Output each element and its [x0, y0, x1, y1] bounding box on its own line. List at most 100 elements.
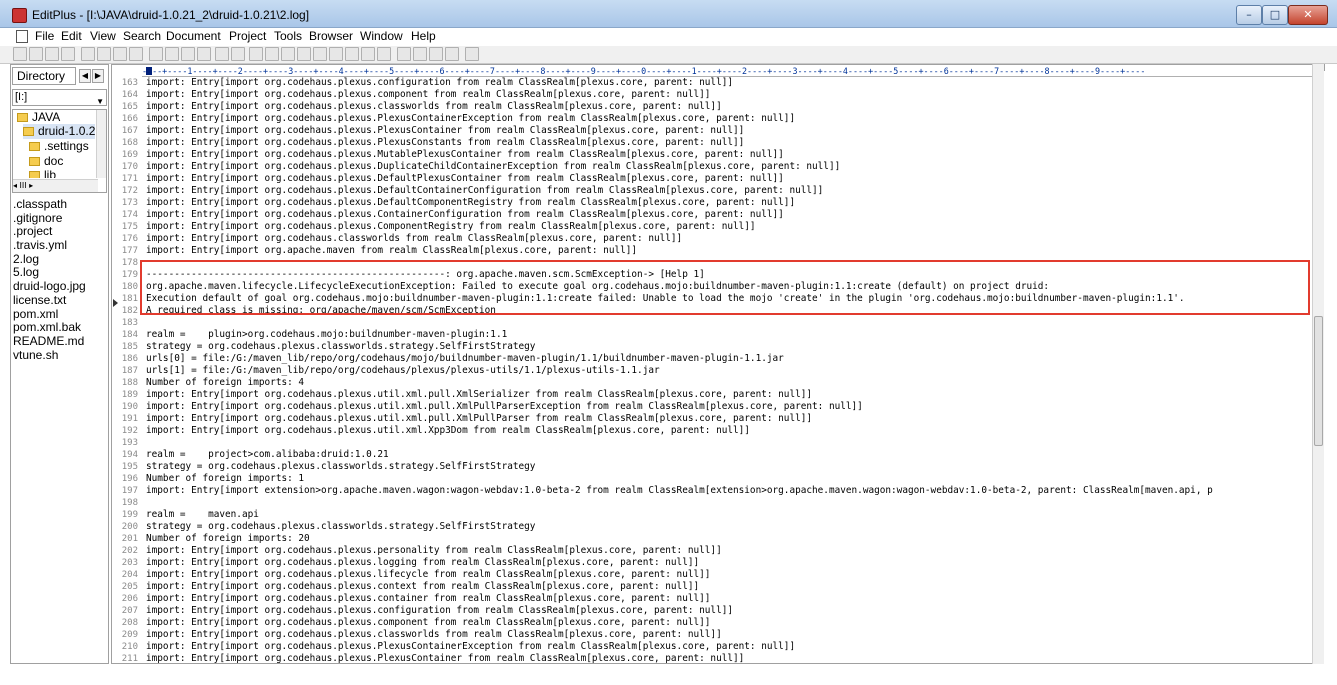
- goto-icon[interactable]: [281, 47, 295, 61]
- code-line[interactable]: 202 import: Entry[import org.codehaus.ple…: [112, 545, 1312, 557]
- code-line[interactable]: 199 realm = maven.api: [112, 509, 1312, 521]
- code-line[interactable]: 163 import: Entry[import org.codehaus.ple…: [112, 77, 1312, 89]
- bookmark-icon[interactable]: [297, 47, 311, 61]
- close-document-icon[interactable]: [445, 47, 459, 61]
- code-line[interactable]: 204 import: Entry[import org.codehaus.ple…: [112, 569, 1312, 581]
- menu-view[interactable]: View: [90, 29, 116, 43]
- menu-help[interactable]: Help: [411, 29, 436, 43]
- code-line[interactable]: 174 import: Entry[import org.codehaus.ple…: [112, 209, 1312, 221]
- file-item[interactable]: .travis.yml: [13, 238, 67, 252]
- replace-icon[interactable]: [265, 47, 279, 61]
- cliptext-icon[interactable]: [429, 47, 443, 61]
- find-replace-icon[interactable]: [249, 47, 263, 61]
- code-line[interactable]: 205 import: Entry[import org.codehaus.ple…: [112, 581, 1312, 593]
- code-line[interactable]: 181 Execution default of goal org.codehau…: [112, 293, 1312, 305]
- code-line[interactable]: 189 import: Entry[import org.codehaus.ple…: [112, 389, 1312, 401]
- folder-tree[interactable]: JAVA druid-1.0.2 .settings doc lib ◂ III…: [12, 109, 107, 193]
- new-file-icon[interactable]: [13, 47, 27, 61]
- code-line[interactable]: 192 import: Entry[import org.codehaus.ple…: [112, 425, 1312, 437]
- save-icon[interactable]: [45, 47, 59, 61]
- code-line[interactable]: 186 urls[0] = file:/G:/maven_lib/repo/org…: [112, 353, 1312, 365]
- code-line[interactable]: 207 import: Entry[import org.codehaus.ple…: [112, 605, 1312, 617]
- code-line[interactable]: 170 import: Entry[import org.codehaus.ple…: [112, 161, 1312, 173]
- copy-icon[interactable]: [165, 47, 179, 61]
- editor-vertical-scrollbar[interactable]: [1312, 64, 1324, 664]
- menu-document[interactable]: Document: [166, 29, 221, 43]
- output-window-icon[interactable]: [413, 47, 427, 61]
- close-button[interactable]: ✕: [1288, 5, 1328, 25]
- tab-prev-button[interactable]: ◀: [79, 69, 91, 83]
- ruler-icon[interactable]: [361, 47, 375, 61]
- undo-icon[interactable]: [215, 47, 229, 61]
- code-line[interactable]: 197 import: Entry[import extension>org.ap…: [112, 485, 1312, 497]
- file-item[interactable]: license.txt: [13, 293, 66, 307]
- word-wrap-icon[interactable]: [345, 47, 359, 61]
- file-item[interactable]: README.md: [13, 334, 84, 348]
- code-line[interactable]: 179 -------------------------------------…: [112, 269, 1312, 281]
- menu-window[interactable]: Window: [360, 29, 403, 43]
- code-line[interactable]: 196 Number of foreign imports: 1: [112, 473, 1312, 485]
- menu-browser[interactable]: Browser: [309, 29, 353, 43]
- code-line[interactable]: 171 import: Entry[import org.codehaus.ple…: [112, 173, 1312, 185]
- code-line[interactable]: 208 import: Entry[import org.codehaus.ple…: [112, 617, 1312, 629]
- code-line[interactable]: 176 import: Entry[import org.codehaus.cla…: [112, 233, 1312, 245]
- file-item[interactable]: vtune.sh: [13, 348, 58, 362]
- tree-vertical-scrollbar[interactable]: [96, 110, 106, 178]
- code-line[interactable]: 183: [112, 317, 1312, 329]
- code-line[interactable]: 169 import: Entry[import org.codehaus.ple…: [112, 149, 1312, 161]
- file-item[interactable]: .project: [13, 224, 52, 238]
- scrollbar-thumb[interactable]: [1314, 316, 1323, 446]
- code-line[interactable]: 164 import: Entry[import org.codehaus.ple…: [112, 89, 1312, 101]
- editplus-app-icon[interactable]: [12, 8, 27, 23]
- tab-directory[interactable]: Directory: [12, 67, 76, 85]
- code-line[interactable]: 182 A required class is missing: org/apac…: [112, 305, 1312, 317]
- print-icon[interactable]: [81, 47, 95, 61]
- delete-icon[interactable]: [197, 47, 211, 61]
- code-line[interactable]: 177 import: Entry[import org.apache.maven…: [112, 245, 1312, 257]
- drive-select[interactable]: [I:] ▼: [12, 89, 107, 106]
- open-folder-icon[interactable]: [29, 47, 43, 61]
- title-bar[interactable]: EditPlus - [I:\JAVA\druid-1.0.21_2\druid…: [0, 0, 1337, 28]
- tree-item-java[interactable]: JAVA: [17, 110, 60, 125]
- code-line[interactable]: 173 import: Entry[import org.codehaus.ple…: [112, 197, 1312, 209]
- code-line[interactable]: 190 import: Entry[import org.codehaus.ple…: [112, 401, 1312, 413]
- code-line[interactable]: 175 import: Entry[import org.codehaus.ple…: [112, 221, 1312, 233]
- save-all-icon[interactable]: [61, 47, 75, 61]
- code-line[interactable]: 210 import: Entry[import org.codehaus.ple…: [112, 641, 1312, 653]
- code-line[interactable]: 188 Number of foreign imports: 4: [112, 377, 1312, 389]
- spellcheck-icon[interactable]: [113, 47, 127, 61]
- menu-search[interactable]: Search: [123, 29, 161, 43]
- find-icon[interactable]: [129, 47, 143, 61]
- tree-item-lib[interactable]: lib: [29, 168, 56, 178]
- code-line[interactable]: 180 org.apache.maven.lifecycle.LifecycleE…: [112, 281, 1312, 293]
- tree-item-doc[interactable]: doc: [29, 154, 63, 169]
- code-line[interactable]: 193: [112, 437, 1312, 449]
- menu-project[interactable]: Project: [229, 29, 266, 43]
- code-line[interactable]: 167 import: Entry[import org.codehaus.ple…: [112, 125, 1312, 137]
- code-line[interactable]: 206 import: Entry[import org.codehaus.ple…: [112, 593, 1312, 605]
- file-item[interactable]: .gitignore: [13, 211, 62, 225]
- code-line[interactable]: 178: [112, 257, 1312, 269]
- code-line[interactable]: 166 import: Entry[import org.codehaus.ple…: [112, 113, 1312, 125]
- code-line[interactable]: 185 strategy = org.codehaus.plexus.classw…: [112, 341, 1312, 353]
- tab-next-button[interactable]: ▶: [92, 69, 104, 83]
- document-icon[interactable]: [16, 30, 28, 43]
- menu-tools[interactable]: Tools: [274, 29, 302, 43]
- hex-icon[interactable]: [329, 47, 343, 61]
- code-line[interactable]: 168 import: Entry[import org.codehaus.ple…: [112, 137, 1312, 149]
- editor-pane[interactable]: ----+----1----+----2----+----3----+----4…: [111, 64, 1324, 664]
- tree-item-settings[interactable]: .settings: [29, 139, 89, 154]
- file-item[interactable]: pom.xml: [13, 307, 58, 321]
- code-line[interactable]: 195 strategy = org.codehaus.plexus.classw…: [112, 461, 1312, 473]
- code-line[interactable]: 209 import: Entry[import org.codehaus.ple…: [112, 629, 1312, 641]
- minimize-button[interactable]: –: [1236, 5, 1262, 25]
- maximize-button[interactable]: □: [1262, 5, 1288, 25]
- directory-panel-icon[interactable]: [397, 47, 411, 61]
- file-item[interactable]: pom.xml.bak: [13, 320, 81, 334]
- file-item[interactable]: .classpath: [13, 197, 67, 211]
- file-item[interactable]: druid-logo.jpg: [13, 279, 86, 293]
- code-line[interactable]: 172 import: Entry[import org.codehaus.ple…: [112, 185, 1312, 197]
- code-line[interactable]: 198: [112, 497, 1312, 509]
- code-line[interactable]: 165 import: Entry[import org.codehaus.ple…: [112, 101, 1312, 113]
- chevron-down-icon[interactable]: ▼: [96, 94, 104, 109]
